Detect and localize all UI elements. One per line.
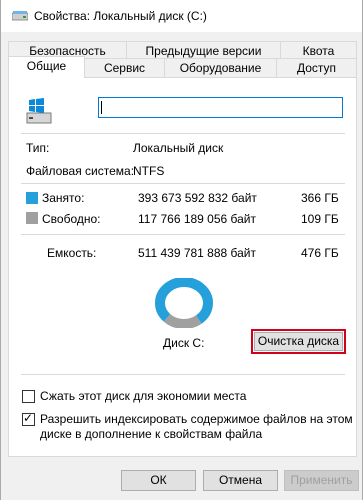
drive-icon bbox=[12, 11, 28, 21]
divider bbox=[21, 183, 345, 184]
index-label-line1: Разрешить индексировать содержимое файло… bbox=[40, 412, 353, 426]
used-label: Занято: bbox=[42, 191, 85, 205]
drive-name-input[interactable] bbox=[98, 97, 343, 118]
filesystem-label: Файловая система: bbox=[26, 164, 135, 178]
cancel-button[interactable]: Отмена bbox=[203, 470, 278, 491]
filesystem-value: NTFS bbox=[133, 164, 165, 178]
general-tab-panel: Тип: Локальный диск Файловая система: NT… bbox=[8, 77, 357, 457]
title-bar: Свойства: Локальный диск (C:) bbox=[1, 0, 362, 32]
index-checkbox[interactable]: ✓ bbox=[22, 411, 35, 426]
apply-button[interactable]: Применить bbox=[284, 470, 359, 491]
compress-label: Сжать этот диск для экономии места bbox=[40, 389, 247, 403]
tab-hardware[interactable]: Оборудование bbox=[164, 58, 277, 78]
tab-tools[interactable]: Сервис bbox=[84, 58, 165, 78]
ok-button[interactable]: ОК bbox=[121, 470, 196, 491]
checkmark-icon: ✓ bbox=[23, 411, 34, 425]
used-space-arc bbox=[155, 278, 213, 324]
used-space-swatch bbox=[26, 192, 38, 204]
divider bbox=[21, 374, 345, 375]
properties-window: Свойства: Локальный диск (C:) Безопаснос… bbox=[0, 0, 363, 500]
tab-general[interactable]: Общие bbox=[8, 56, 85, 78]
windows-drive-icon bbox=[26, 98, 52, 124]
free-size: 109 ГБ bbox=[301, 212, 339, 226]
text-caret bbox=[101, 101, 102, 114]
used-size: 366 ГБ bbox=[301, 191, 339, 205]
capacity-label: Емкость: bbox=[47, 246, 97, 260]
disk-usage-donut bbox=[155, 278, 213, 328]
type-label: Тип: bbox=[26, 141, 50, 155]
tab-sharing[interactable]: Доступ bbox=[276, 58, 357, 78]
index-label-line2: диске в дополнение к свойствам файла bbox=[40, 427, 263, 441]
free-label: Свободно: bbox=[42, 212, 101, 226]
divider bbox=[21, 234, 345, 235]
compress-checkbox[interactable] bbox=[22, 390, 35, 403]
capacity-bytes: 511 439 781 888 байт bbox=[138, 246, 257, 260]
used-bytes: 393 673 592 832 байт bbox=[138, 191, 257, 205]
disk-cleanup-button[interactable]: Очистка диска bbox=[254, 332, 343, 351]
capacity-size: 476 ГБ bbox=[301, 246, 339, 260]
window-title: Свойства: Локальный диск (C:) bbox=[34, 9, 207, 23]
disk-label: Диск C: bbox=[163, 336, 205, 350]
divider bbox=[21, 133, 345, 134]
free-space-swatch bbox=[26, 212, 38, 224]
type-value: Локальный диск bbox=[133, 141, 224, 155]
free-space-arc bbox=[163, 313, 202, 328]
free-bytes: 117 766 189 056 байт bbox=[138, 212, 257, 226]
